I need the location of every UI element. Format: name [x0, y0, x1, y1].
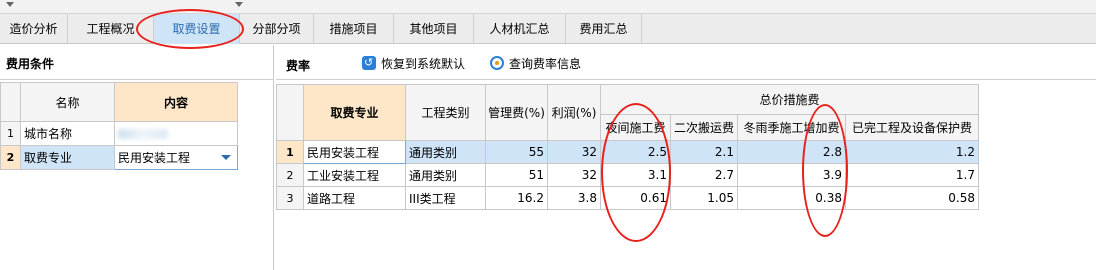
- mgmt-cell[interactable]: 51: [485, 163, 548, 187]
- tab-project-overview[interactable]: 工程概况: [68, 14, 154, 44]
- table-row[interactable]: 2 工业安装工程 通用类别 51 32 3.1 2.7 3.9 1.7: [276, 163, 980, 187]
- table-row[interactable]: 1 民用安装工程 通用类别 55 32 2.5 2.1 2.8 1.2: [276, 140, 980, 164]
- category-cell[interactable]: 通用类别: [405, 163, 486, 187]
- tab-labor-material-summary[interactable]: 人材机汇总: [474, 14, 566, 44]
- night-cell[interactable]: 3.1: [600, 163, 671, 187]
- table-row[interactable]: 3 道路工程 III类工程 16.2 3.8 0.61 1.05 0.38 0.…: [276, 186, 980, 210]
- corner-cell: [0, 82, 21, 122]
- restore-icon: [362, 53, 376, 73]
- col-header-content: 内容: [114, 82, 238, 122]
- fee-rates-toolbar: 费率 恢复到系统默认 查询费率信息: [276, 45, 1096, 83]
- second-cell[interactable]: 2.7: [670, 163, 738, 187]
- col-header-category: 工程类别: [405, 84, 486, 141]
- tab-measures[interactable]: 措施项目: [314, 14, 394, 44]
- corner-cell: [276, 84, 304, 141]
- divider: [0, 79, 274, 80]
- tab-cost-analysis[interactable]: 造价分析: [0, 14, 68, 44]
- table-row[interactable]: 1 城市名称: [0, 121, 238, 146]
- query-rate-button[interactable]: 查询费率信息: [490, 54, 581, 74]
- fee-conditions-pane: 费用条件 名称 内容 1 城市名称 2 取费专业 民用安装工程: [0, 45, 274, 270]
- row-number: 2: [0, 145, 21, 170]
- col-header-name: 名称: [20, 82, 115, 122]
- col-header-winter: 冬雨季施工增加费: [737, 114, 846, 141]
- restore-default-button[interactable]: 恢复到系统默认: [362, 53, 466, 74]
- tab-other-items[interactable]: 其他项目: [394, 14, 474, 44]
- protect-cell[interactable]: 1.7: [844, 163, 980, 187]
- profit-cell[interactable]: 3.8: [547, 186, 601, 210]
- tab-bar: 造价分析 工程概况 取费设置 分部分项 措施项目 其他项目 人材机汇总 费用汇总: [0, 14, 1096, 44]
- top-strip: [0, 0, 1096, 14]
- col-header-protect: 已完工程及设备保护费: [844, 114, 980, 141]
- row-number: 2: [276, 163, 304, 187]
- col-header-second: 二次搬运费: [670, 114, 738, 141]
- row-number: 3: [276, 186, 304, 210]
- night-cell[interactable]: 0.61: [600, 186, 671, 210]
- night-cell[interactable]: 2.5: [600, 140, 671, 164]
- profit-cell[interactable]: 32: [547, 163, 601, 187]
- restore-default-label: 恢复到系统默认: [381, 57, 466, 71]
- winter-cell[interactable]: 2.8: [737, 140, 846, 164]
- col-header-specialty: 取费专业: [303, 84, 406, 141]
- fee-conditions-title: 费用条件: [6, 57, 55, 71]
- profit-cell[interactable]: 32: [547, 140, 601, 164]
- col-header-night: 夜间施工费: [600, 114, 671, 141]
- query-icon: [490, 56, 504, 70]
- row-number: 1: [0, 121, 21, 146]
- condition-name: 城市名称: [20, 121, 115, 146]
- fee-conditions-table: 名称 内容 1 城市名称 2 取费专业 民用安装工程: [0, 82, 238, 170]
- tab-cost-summary[interactable]: 费用汇总: [566, 14, 642, 44]
- specialty-select[interactable]: 民用安装工程: [114, 145, 238, 170]
- city-name-value[interactable]: [114, 121, 238, 146]
- specialty-cell[interactable]: 道路工程: [303, 186, 406, 210]
- protect-cell[interactable]: 0.58: [844, 186, 980, 210]
- redacted-value: [118, 129, 168, 139]
- query-rate-label: 查询费率信息: [509, 57, 582, 71]
- row-number: 1: [276, 140, 304, 164]
- winter-cell[interactable]: 0.38: [737, 186, 846, 210]
- fee-rates-pane: 费率 恢复到系统默认 查询费率信息 取费专业 工程类别 管理费(%) 利润(%)…: [276, 45, 1096, 270]
- fee-rates-title: 费率: [286, 59, 311, 73]
- specialty-select-value: 民用安装工程: [118, 151, 191, 165]
- divider: [276, 79, 1096, 80]
- col-group-header: 总价措施费: [599, 84, 980, 115]
- grip-icon: [6, 2, 14, 7]
- second-cell[interactable]: 2.1: [670, 140, 738, 164]
- winter-cell[interactable]: 3.9: [737, 163, 846, 187]
- table-row[interactable]: 2 取费专业 民用安装工程: [0, 145, 238, 170]
- condition-name: 取费专业: [20, 145, 115, 170]
- category-cell[interactable]: 通用类别: [405, 140, 486, 164]
- col-header-profit: 利润(%): [547, 84, 601, 141]
- col-header-mgmt: 管理费(%): [485, 84, 548, 141]
- tab-fee-settings[interactable]: 取费设置: [154, 14, 240, 44]
- chevron-down-icon[interactable]: [221, 155, 231, 160]
- category-cell[interactable]: III类工程: [405, 186, 486, 210]
- specialty-cell[interactable]: 工业安装工程: [303, 163, 406, 187]
- grip-icon: [235, 2, 243, 7]
- fee-rates-table: 取费专业 工程类别 管理费(%) 利润(%) 总价措施费 夜间施工费 二次搬运费…: [276, 84, 980, 210]
- mgmt-cell[interactable]: 55: [485, 140, 548, 164]
- mgmt-cell[interactable]: 16.2: [485, 186, 548, 210]
- specialty-cell[interactable]: 民用安装工程: [303, 140, 406, 164]
- second-cell[interactable]: 1.05: [670, 186, 738, 210]
- protect-cell[interactable]: 1.2: [844, 140, 980, 164]
- tab-sub-items[interactable]: 分部分项: [240, 14, 314, 44]
